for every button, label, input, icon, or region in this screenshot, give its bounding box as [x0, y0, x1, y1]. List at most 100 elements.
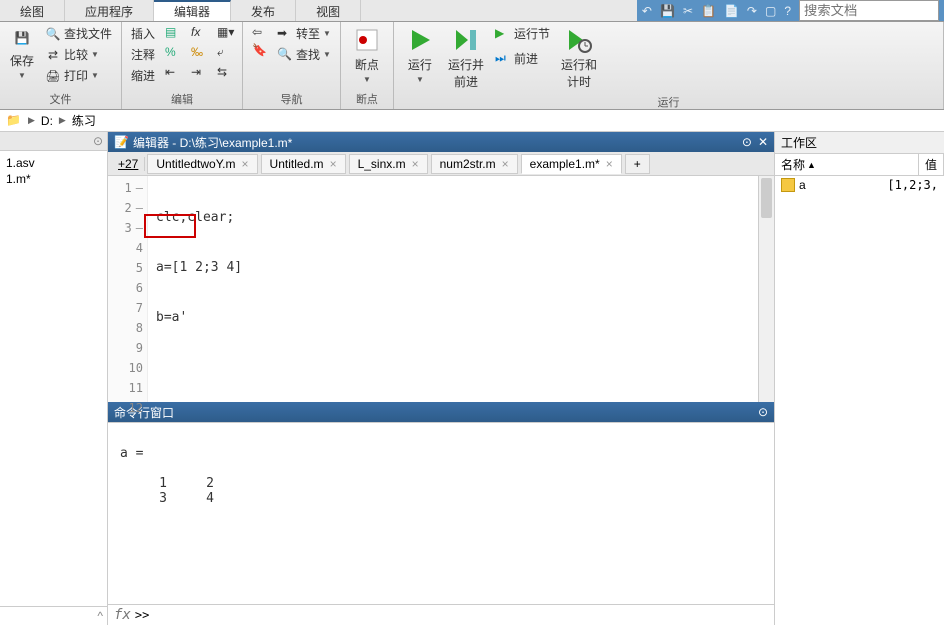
dock-icon[interactable]: ⊙: [742, 135, 752, 149]
file-item[interactable]: 1.asv: [0, 155, 107, 171]
tab-num2str[interactable]: num2str.m×: [431, 154, 518, 174]
run-advance-button[interactable]: 运行并 前进: [444, 24, 488, 92]
editor-file-icon: 📝: [114, 135, 129, 149]
uncomment-icon[interactable]: ‰: [188, 44, 210, 62]
cut-icon[interactable]: ✂: [683, 4, 693, 18]
tab-untitledtwoy[interactable]: UntitledtwoY.m×: [147, 154, 257, 174]
indent-button[interactable]: 缩进: [128, 66, 158, 85]
tab-untitled[interactable]: Untitled.m×: [261, 154, 346, 174]
run-section-icon: ▶: [495, 26, 511, 42]
address-bar: 📁 ▶ D: ▶ 练习: [0, 110, 944, 132]
indent-right-icon[interactable]: ⇥: [188, 64, 210, 82]
col-value[interactable]: 值: [919, 154, 944, 175]
code-line-3: b=a': [156, 308, 750, 328]
code-line-2: a=[1 2;3 4]: [156, 258, 750, 278]
tab-view[interactable]: 视图: [296, 0, 361, 21]
print-button[interactable]: 🖨打印▼: [42, 66, 115, 85]
tab-editor[interactable]: 编辑器: [154, 0, 231, 21]
find-button[interactable]: 🔍查找▼: [274, 45, 334, 64]
code-area[interactable]: clc;clear; a=[1 2;3 4] b=a': [148, 176, 758, 402]
copy-icon[interactable]: 📋: [701, 4, 716, 18]
goto-icon: ➡: [277, 26, 293, 42]
run-time-button[interactable]: 运行和 计时: [557, 24, 601, 92]
run-section-button[interactable]: ▶运行节: [492, 24, 553, 43]
editor-title: 编辑器 - D:\练习\example1.m*: [133, 134, 292, 151]
comment-pct-icon[interactable]: %: [162, 44, 184, 62]
disk-icon: 💾: [10, 26, 34, 50]
insert-button[interactable]: 插入: [128, 24, 158, 43]
close-icon[interactable]: ✕: [758, 135, 768, 149]
help-icon[interactable]: ?: [784, 4, 791, 18]
compare-icon: ⇄: [45, 47, 61, 63]
insert-section-icon[interactable]: ▤: [162, 24, 184, 42]
goto-button[interactable]: ➡转至▼: [274, 24, 334, 43]
wrap-comment-icon[interactable]: ⤶: [214, 44, 236, 62]
find-files-button[interactable]: 🔍查找文件: [42, 24, 115, 43]
file-group-label: 文件: [6, 91, 115, 107]
tab-plot[interactable]: 绘图: [0, 0, 65, 21]
workspace-panel: 工作区 名称▲ 值 a [1,2;3,: [774, 132, 944, 625]
crumb-sep-icon[interactable]: ▶: [59, 115, 66, 126]
close-tab-icon[interactable]: ×: [412, 157, 419, 171]
bp-group-label: 断点: [347, 91, 387, 107]
editor-titlebar: 📝 编辑器 - D:\练习\example1.m* ⊙ ✕: [108, 132, 774, 152]
search-input[interactable]: [799, 0, 939, 21]
save-icon[interactable]: 💾: [660, 4, 675, 18]
tab-example1[interactable]: example1.m*×: [521, 154, 622, 174]
command-window-titlebar: 命令行窗口 ⊙: [108, 402, 774, 422]
edit-group-label: 编辑: [128, 91, 236, 107]
comment-button[interactable]: 注释: [128, 45, 158, 64]
close-tab-icon[interactable]: ×: [502, 157, 509, 171]
chevron-down-icon: ▼: [363, 75, 371, 84]
code-line-1: clc;clear;: [156, 208, 750, 228]
editor-body[interactable]: 1— 2— 3— 4 5 6 7 8 9 10 11 12 clc;clear;…: [108, 176, 774, 402]
zoom-indicator[interactable]: +27: [112, 157, 145, 171]
command-window-output[interactable]: a = 1 2 3 4: [108, 422, 774, 604]
redo-icon[interactable]: ↷: [747, 4, 757, 18]
layout-icon[interactable]: ▢: [765, 4, 776, 18]
file-item[interactable]: 1.m*: [0, 171, 107, 187]
breakpoints-button[interactable]: 断点 ▼: [347, 24, 387, 86]
tab-lsinx[interactable]: L_sinx.m×: [349, 154, 428, 174]
back-icon[interactable]: ⇦: [249, 24, 270, 40]
paste-icon[interactable]: 📄: [724, 4, 739, 18]
menu-tabs: 绘图 应用程序 编辑器 发布 视图 ↶ 💾 ✂ 📋 📄 ↷ ▢ ?: [0, 0, 944, 22]
chevron-down-icon: ▼: [18, 71, 26, 80]
ribbon: 💾 保存 ▼ 🔍查找文件 ⇄比较▼ 🖨打印▼ 文件 插入 注释 缩进 ▤ % ⇤: [0, 22, 944, 110]
editor-scrollbar[interactable]: [758, 176, 774, 402]
var-value: [1,2;3,: [887, 178, 938, 192]
print-icon: 🖨: [45, 68, 61, 84]
advance-button[interactable]: ⏭前进: [492, 49, 553, 68]
tab-publish[interactable]: 发布: [231, 0, 296, 21]
play-icon: [404, 26, 436, 54]
minimize-panel-icon[interactable]: ⊙: [93, 134, 103, 148]
save-button[interactable]: 💾 保存 ▼: [6, 24, 38, 82]
indent-left-icon[interactable]: ⇤: [162, 64, 184, 82]
crumb-folder[interactable]: 练习: [72, 112, 96, 129]
workspace-title: 工作区: [775, 132, 944, 154]
compare-button[interactable]: ⇄比较▼: [42, 45, 115, 64]
find-icon: 🔍: [277, 47, 293, 63]
crumb-drive[interactable]: D:: [41, 114, 53, 128]
minimize-cmd-icon[interactable]: ⊙: [758, 405, 768, 419]
workspace-var-row[interactable]: a [1,2;3,: [775, 176, 944, 194]
main-area: ⊙ 1.asv 1.m* ^ 📝 编辑器 - D:\练习\example1.m*…: [0, 132, 944, 625]
smart-indent-icon[interactable]: ⇆: [214, 64, 236, 82]
advance-icon: ⏭: [495, 51, 511, 67]
close-tab-icon[interactable]: ×: [330, 157, 337, 171]
expand-panel-icon[interactable]: ^: [97, 609, 103, 623]
folder-icon[interactable]: 📁: [6, 113, 22, 129]
add-tab-button[interactable]: +: [625, 154, 650, 174]
run-button[interactable]: 运行 ▼: [400, 24, 440, 86]
col-name[interactable]: 名称▲: [775, 154, 919, 175]
undo-icon[interactable]: ↶: [642, 4, 652, 18]
close-tab-icon[interactable]: ×: [606, 157, 613, 171]
bookmark-icon[interactable]: 🔖: [249, 42, 270, 58]
close-tab-icon[interactable]: ×: [242, 157, 249, 171]
insert-fx-icon[interactable]: fx: [188, 24, 210, 42]
command-input-row[interactable]: fx >>: [108, 604, 774, 625]
fx-icon: fx: [114, 607, 131, 623]
insert-var-icon[interactable]: ▦▾: [214, 24, 236, 42]
tab-apps[interactable]: 应用程序: [65, 0, 154, 21]
crumb-sep-icon[interactable]: ▶: [28, 115, 35, 126]
